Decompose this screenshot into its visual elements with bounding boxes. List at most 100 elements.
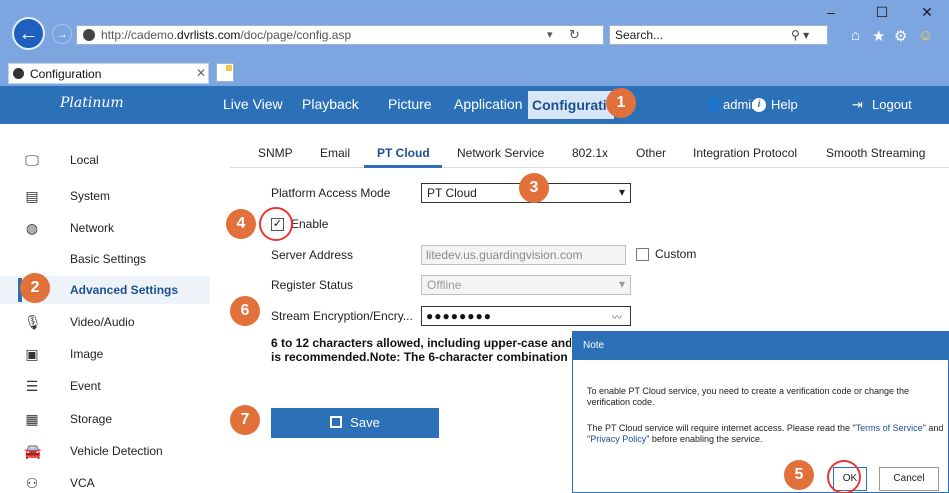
stream-encryption-value: ●●●●●●●● — [426, 309, 492, 323]
url-text: http://cademo.dvrlists.com/doc/page/conf… — [101, 28, 352, 42]
back-arrow-icon[interactable]: ← — [12, 17, 45, 50]
custom-checkbox[interactable] — [636, 248, 649, 261]
server-address-field[interactable]: litedev.us.guardingvision.com — [421, 245, 626, 265]
save-button-label: Save — [350, 415, 380, 430]
dialog-message-2: The PT Cloud service will require intern… — [587, 423, 944, 444]
cancel-button[interactable]: Cancel — [879, 467, 939, 491]
site-favicon-icon — [83, 29, 95, 41]
server-address-value: litedev.us.guardingvision.com — [426, 248, 583, 262]
platform-access-mode-value: PT Cloud — [427, 186, 477, 200]
sidebar-item-label: Advanced Settings — [70, 283, 179, 297]
video-audio-icon: 🎙 — [24, 314, 42, 330]
nav-picture[interactable]: Picture — [388, 96, 432, 112]
vehicle-icon: 🚘 — [24, 443, 42, 459]
save-button[interactable]: Save — [271, 408, 439, 438]
custom-label: Custom — [655, 247, 697, 261]
sidebar-item-video-audio[interactable]: 🎙 Video/Audio — [0, 308, 210, 336]
sidebar-item-label: Event — [70, 379, 101, 393]
image-icon: ▣ — [25, 346, 39, 362]
sidebar-item-vca[interactable]: ⚇ VCA — [0, 469, 210, 493]
save-icon — [330, 416, 343, 428]
tab-title: Configuration — [30, 67, 102, 81]
subtab-smooth-streaming[interactable]: Smooth Streaming — [826, 146, 925, 160]
home-icon[interactable]: ⌂ — [851, 27, 860, 44]
subtab-email[interactable]: Email — [320, 146, 350, 160]
nav-application[interactable]: Application — [454, 96, 523, 112]
step-badge-1: 1 — [606, 88, 636, 118]
vca-icon: ⚇ — [25, 475, 39, 491]
nav-live-view[interactable]: Live View — [223, 96, 283, 112]
sidebar-item-label: Vehicle Detection — [70, 444, 163, 458]
hide-password-icon[interactable]: 〰 — [612, 309, 622, 324]
sidebar-item-local[interactable]: 🖵 Local — [0, 146, 210, 174]
subtab-snmp[interactable]: SNMP — [258, 146, 293, 160]
maximize-icon[interactable]: ☐ — [872, 4, 892, 21]
subtab-8021x[interactable]: 802.1x — [572, 146, 608, 160]
help-icon: i — [752, 98, 766, 112]
subtab-pt-cloud[interactable]: PT Cloud — [377, 146, 430, 160]
close-window-icon[interactable]: ✕ — [917, 4, 937, 21]
register-status-label: Register Status — [271, 278, 354, 292]
browser-tab-configuration[interactable]: Configuration ✕ — [8, 63, 209, 84]
step-badge-7: 7 — [230, 405, 260, 435]
step-badge-2: 2 — [20, 273, 50, 303]
dialog-message-1: To enable PT Cloud service, you need to … — [587, 386, 910, 407]
minimize-icon[interactable]: – — [821, 4, 841, 20]
platform-access-mode-label: Platform Access Mode — [271, 186, 391, 200]
step-badge-6: 6 — [230, 296, 260, 326]
address-bar[interactable]: http://cademo.dvrlists.com/doc/page/conf… — [76, 25, 604, 45]
subtab-active-indicator — [364, 165, 442, 168]
register-status-select: Offline ▾ — [421, 275, 631, 295]
terms-of-service-link[interactable]: Terms of Service — [856, 423, 923, 433]
sidebar-item-basic-settings[interactable]: Basic Settings — [0, 245, 210, 273]
sidebar-item-image[interactable]: ▣ Image — [0, 340, 210, 368]
help-link[interactable]: Help — [771, 97, 798, 112]
brand-logo: Platinum — [60, 95, 124, 111]
chevron-down-icon: ▾ — [618, 277, 625, 291]
stream-encryption-field[interactable]: ●●●●●●●● 〰 — [421, 306, 631, 326]
nav-configuration[interactable]: Configuration — [528, 91, 614, 119]
logout-link[interactable]: Logout — [872, 97, 912, 112]
privacy-policy-link[interactable]: Privacy Policy — [590, 434, 646, 444]
sidebar-item-storage[interactable]: ▦ Storage — [0, 405, 210, 433]
search-icon[interactable]: ⚲ ▾ — [791, 28, 809, 42]
sidebar: 🖵 Local ▤ System ◍ Network Basic Setting… — [0, 124, 210, 493]
nav-playback[interactable]: Playback — [302, 96, 359, 112]
tab-favicon-icon — [13, 68, 24, 79]
sidebar-item-vehicle-detection[interactable]: 🚘 Vehicle Detection — [0, 437, 210, 465]
tab-close-icon[interactable]: ✕ — [196, 66, 206, 80]
address-dropdown-icon[interactable]: ▾ — [547, 28, 553, 41]
subtab-network-service[interactable]: Network Service — [457, 146, 544, 160]
step-badge-3: 3 — [519, 173, 549, 203]
dialog-header: Note — [573, 332, 948, 360]
subtab-integration-protocol[interactable]: Integration Protocol — [693, 146, 797, 160]
sidebar-item-label: Storage — [70, 412, 113, 426]
globe-icon: ◍ — [25, 220, 39, 236]
forward-arrow-icon[interactable]: → — [52, 24, 72, 44]
refresh-icon[interactable]: ↻ — [569, 27, 580, 43]
enable-highlight-ring — [259, 207, 293, 241]
chevron-down-icon: ▾ — [618, 185, 625, 199]
browser-search-input[interactable]: Search... ⚲ ▾ — [609, 25, 828, 45]
stream-encryption-label: Stream Encryption/Encry... — [271, 309, 413, 323]
dialog-title: Note — [583, 340, 605, 351]
sidebar-item-label: Video/Audio — [70, 315, 135, 329]
logout-icon: ⇥ — [852, 97, 863, 112]
sidebar-item-network[interactable]: ◍ Network — [0, 214, 210, 242]
ok-highlight-ring — [827, 460, 861, 493]
feedback-smiley-icon[interactable]: ☺ — [918, 27, 933, 44]
storage-icon: ▦ — [25, 411, 39, 427]
user-icon: 👤 — [705, 97, 722, 112]
subtab-other[interactable]: Other — [636, 146, 666, 160]
step-badge-4: 4 — [226, 209, 256, 239]
favorites-star-icon[interactable]: ★ — [872, 27, 885, 45]
sidebar-item-event[interactable]: ☰ Event — [0, 372, 210, 400]
sidebar-item-label: Local — [70, 153, 99, 167]
server-address-label: Server Address — [271, 248, 354, 262]
sidebar-item-system[interactable]: ▤ System — [0, 182, 210, 210]
sidebar-item-label: Network — [70, 221, 115, 235]
sidebar-item-label: System — [70, 189, 111, 203]
settings-gear-icon[interactable]: ⚙ — [894, 27, 907, 45]
new-tab-icon[interactable] — [216, 63, 234, 82]
sidebar-item-label: Image — [70, 347, 104, 361]
